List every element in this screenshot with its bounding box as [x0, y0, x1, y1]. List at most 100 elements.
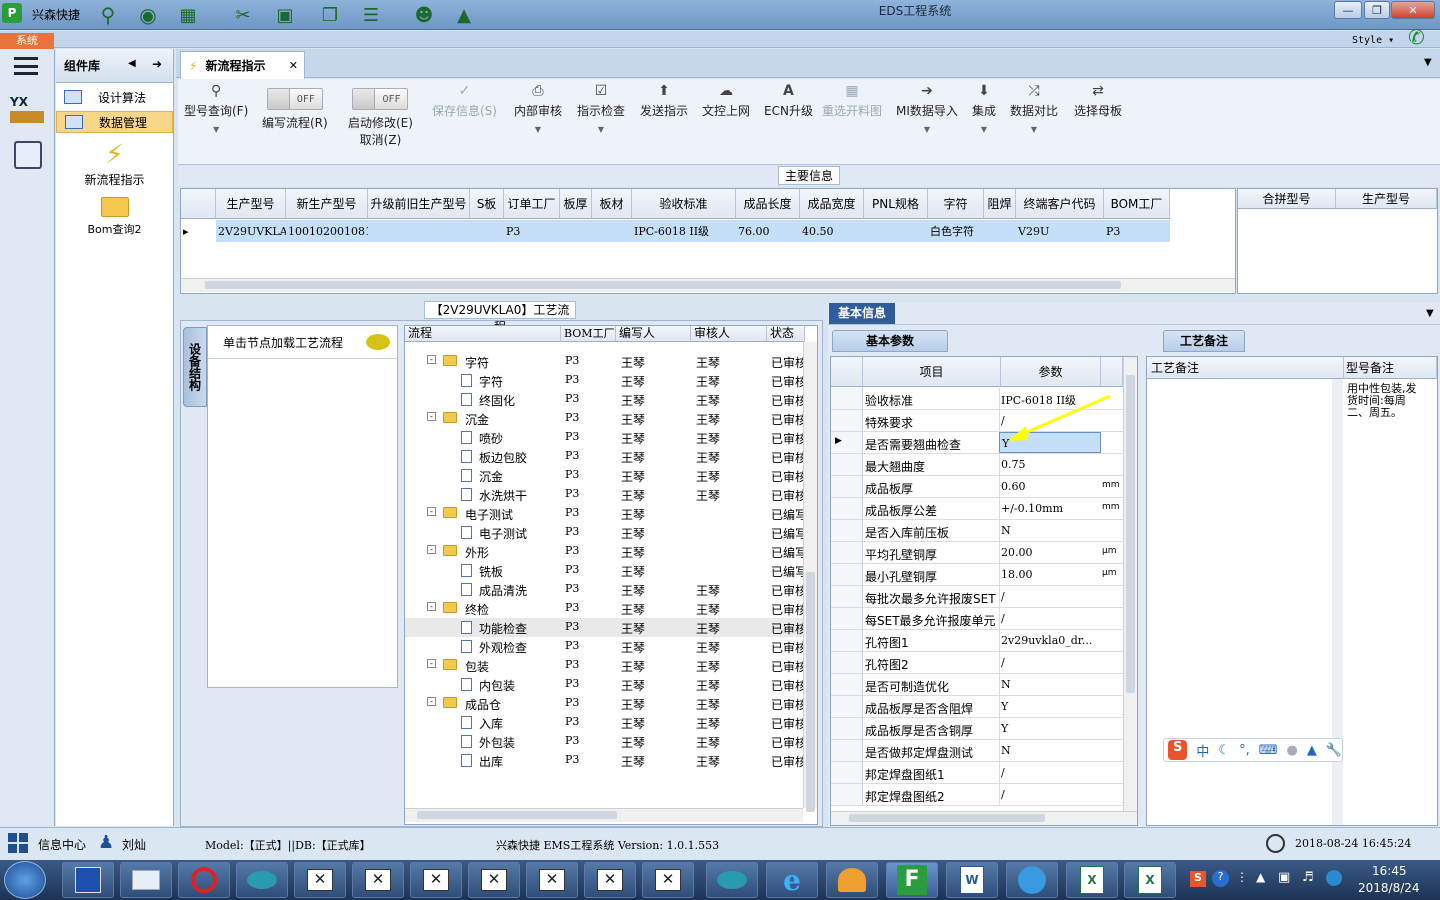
cell[interactable]: 白色字符 [928, 220, 984, 242]
network-icon[interactable]: ▣ [1278, 870, 1290, 885]
taskbar-x-app-2[interactable]: ✕ [352, 862, 404, 898]
ecn-upgrade-button[interactable]: A ECN升级 [764, 83, 813, 161]
taskbar-red-app[interactable] [178, 862, 230, 898]
help-tray-icon[interactable]: ? [1212, 870, 1229, 887]
col-header[interactable]: 板厚 [560, 189, 592, 219]
param-row[interactable]: 每SET最多允许报废单元 / [831, 608, 1123, 630]
taskbar-x-app-7[interactable]: ✕ [642, 862, 694, 898]
sogou-icon[interactable]: S [1168, 740, 1188, 760]
taskbar-excel-1[interactable]: X [1066, 862, 1118, 898]
ime-mode[interactable]: 中 [1196, 741, 1209, 760]
nav-item-data-management[interactable]: 数据管理 [56, 111, 173, 133]
person-icon[interactable]: ● [1286, 743, 1297, 758]
tree-row[interactable]: 铣板 P3 王琴 已编写 [405, 561, 805, 580]
tab-craft-notes[interactable]: 工艺备注 [1163, 330, 1245, 352]
vertical-scrollbar[interactable] [803, 342, 817, 812]
tray-expand-icon[interactable]: ⋮ [1236, 870, 1248, 884]
tab-basic-params[interactable]: 基本参数 [832, 330, 948, 352]
tree-row[interactable]: - 成品仓 P3 王琴 王琴 已审核 [405, 694, 805, 713]
param-value[interactable]: Y [1001, 722, 1008, 735]
write-process-toggle[interactable]: OFF 编写流程(R) [262, 88, 328, 166]
tree-row[interactable]: - 电子测试 P3 王琴 已编写 [405, 504, 805, 523]
toggle-switch[interactable]: OFF [352, 88, 409, 110]
cell[interactable] [368, 220, 470, 242]
taskbar-word[interactable]: W [946, 862, 998, 898]
collapse-icon[interactable]: - [427, 412, 436, 421]
tree-row[interactable]: 成品清洗 P3 王琴 王琴 已审核 [405, 580, 805, 599]
param-row[interactable]: 是否入库前压板 N [831, 520, 1123, 542]
tree-row[interactable]: 电子测试 P3 王琴 已编写 [405, 523, 805, 542]
cell[interactable] [592, 220, 632, 242]
minimize-button[interactable]: — [1334, 1, 1362, 19]
param-row[interactable]: 孔符图2 / [831, 652, 1123, 674]
horizontal-scrollbar[interactable] [181, 278, 1235, 292]
cell[interactable]: 76.00 [736, 220, 800, 242]
param-row[interactable]: 成品板厚公差 +/-0.10mm mm [831, 498, 1123, 520]
param-value[interactable]: N [1001, 744, 1011, 757]
col-header[interactable]: 升级前旧生产型号 [368, 189, 470, 219]
col-header[interactable]: 终端客户代码 [1016, 189, 1104, 219]
model-note-text[interactable]: 用中性包装,发货时间:每周二、周五。 [1347, 383, 1423, 419]
tray-time[interactable]: 16:45 [1372, 864, 1407, 878]
col-header[interactable]: 成品长度 [736, 189, 800, 219]
param-row[interactable]: 最大翘曲度 0.75 [831, 454, 1123, 476]
collapse-icon[interactable]: - [427, 545, 436, 554]
tree-row[interactable]: 功能检查 P3 王琴 王琴 已审核 [405, 618, 805, 637]
col-header[interactable]: 生产型号 [216, 189, 286, 219]
system-menu[interactable]: 系统 [0, 33, 54, 49]
send-instruction-button[interactable]: ⬆ 发送指示 [640, 83, 688, 161]
col-header[interactable]: 验收标准 [632, 189, 736, 219]
param-row[interactable]: 成品板厚 0.60 mm [831, 476, 1123, 498]
keyboard-icon[interactable]: ⌨ [1259, 743, 1278, 758]
param-value[interactable]: Y [1001, 700, 1008, 713]
tree-row[interactable]: 水洗烘干 P3 王琴 王琴 已审核 [405, 485, 805, 504]
param-value[interactable]: / [1001, 766, 1005, 779]
ime-toolbar[interactable]: S 中 ☾ °, ⌨ ● ▲ 🔧 [1163, 738, 1343, 762]
reselect-cutting-button[interactable]: ▦ 重选开料图 [822, 83, 882, 161]
param-value[interactable]: / [1001, 590, 1005, 603]
tab-new-process[interactable]: ⚡ 新流程指示 ✕ [180, 51, 305, 79]
integrate-button[interactable]: ⬇ 集成 ▼ [972, 83, 996, 161]
collapse-icon[interactable]: - [427, 355, 436, 364]
arrow-left-icon[interactable]: ◀ [128, 58, 136, 69]
taskbar-save-app[interactable] [62, 862, 114, 898]
param-value[interactable]: 2v29uvkla0_dr... [1001, 634, 1092, 647]
nav-item-design-algorithm[interactable]: 设计算法 [56, 86, 173, 108]
param-value[interactable]: 0.75 [1001, 458, 1026, 471]
save-info-button[interactable]: ✓ 保存信息(S) [432, 83, 497, 161]
pin-icon[interactable]: ➜ [152, 57, 162, 71]
tab-close-icon[interactable]: ✕ [289, 59, 298, 72]
punctuation-icon[interactable]: °, [1239, 743, 1250, 758]
taskbar-shell-app[interactable] [826, 862, 878, 898]
param-value[interactable]: / [1001, 788, 1005, 801]
collapse-icon[interactable]: - [427, 602, 436, 611]
horizontal-scrollbar[interactable] [405, 808, 803, 822]
taskbar-eye-app[interactable] [236, 862, 288, 898]
param-row[interactable]: 成品板厚是否含阻焊 Y [831, 696, 1123, 718]
param-row[interactable]: 邦定焊盘图纸1 / [831, 762, 1123, 784]
mi-import-button[interactable]: ➔ MI数据导入 ▼ [896, 83, 958, 161]
collapse-icon[interactable]: - [427, 507, 436, 516]
windows-grid-icon[interactable] [8, 833, 28, 853]
tree-row[interactable]: 终固化 P3 王琴 王琴 已审核 [405, 390, 805, 409]
tree-row[interactable]: 入库 P3 王琴 王琴 已审核 [405, 713, 805, 732]
param-value[interactable]: / [1001, 612, 1005, 625]
taskbar-ie[interactable]: e [766, 862, 818, 898]
col-header[interactable]: 阻焊 [984, 189, 1016, 219]
internal-review-button[interactable]: ⎙ 内部审核 ▼ [514, 83, 562, 161]
start-edit-toggle[interactable]: OFF 启动修改(E) 取消(Z) [348, 88, 413, 166]
tree-row[interactable]: 沉金 P3 王琴 王琴 已审核 [405, 466, 805, 485]
tree-row[interactable]: 喷砂 P3 王琴 王琴 已审核 [405, 428, 805, 447]
taskbar-x-app-6[interactable]: ✕ [584, 862, 636, 898]
col-header[interactable]: PNL规格 [864, 189, 928, 219]
tree-row[interactable]: 字符 P3 王琴 王琴 已审核 [405, 371, 805, 390]
close-button[interactable]: ✕ [1391, 1, 1435, 19]
sogou-tray-icon[interactable]: S [1190, 871, 1206, 887]
taskbar-x-app-1[interactable]: ✕ [294, 862, 346, 898]
cell[interactable]: 10010200108141 [286, 220, 386, 242]
param-row[interactable]: 邦定焊盘图纸2 / [831, 784, 1123, 806]
cell[interactable] [984, 220, 1016, 242]
horizontal-scrollbar[interactable] [831, 811, 1137, 825]
taskbar-bird-app[interactable] [1006, 862, 1058, 898]
param-value[interactable]: N [1001, 524, 1011, 537]
